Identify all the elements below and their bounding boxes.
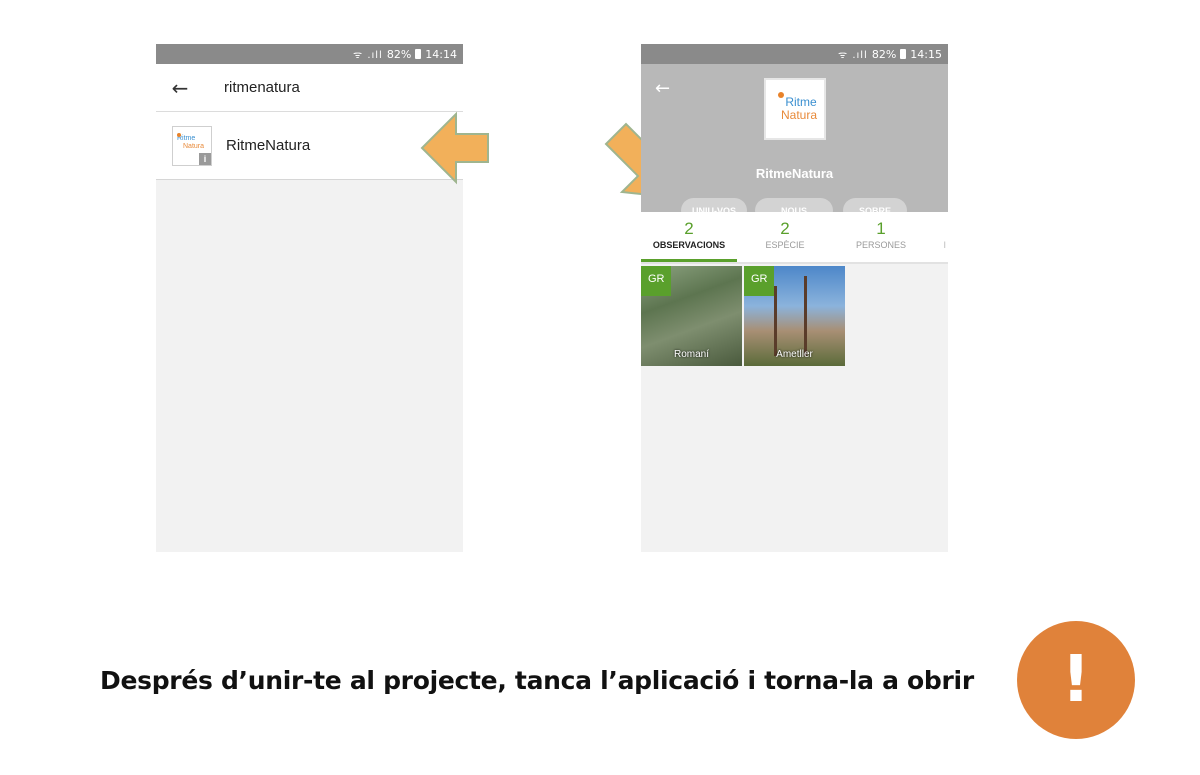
location-pin-icon: [177, 132, 181, 137]
tab-label: PERSONES: [855, 240, 906, 250]
signal-icon: ᯤ .ıll: [353, 50, 383, 61]
project-logo: Ritme Natura i: [172, 125, 212, 166]
tab-count: 1: [876, 219, 886, 238]
back-arrow-icon[interactable]: ←: [655, 78, 670, 99]
logo-text-line2: Natura: [183, 142, 205, 150]
grade-badge: GR: [744, 266, 774, 296]
logo-text-line2: Natura: [780, 108, 818, 122]
result-project-name: RitmeNatura: [226, 137, 311, 154]
status-bar: ᯤ .ıll 82% 14:15: [641, 44, 948, 64]
search-result-item[interactable]: Ritme Natura i RitmeNatura: [156, 112, 463, 180]
battery-percent: 82%: [386, 47, 412, 61]
observation-card[interactable]: GR Ametller: [744, 266, 845, 366]
tab-observations[interactable]: 2 OBSERVACIONS: [641, 212, 737, 262]
tab-label: OBSERVACIONS: [652, 240, 726, 250]
phone-project-screen: ᯤ .ıll 82% 14:15 ← Ritme Natura RitmeNat…: [641, 44, 948, 552]
slide: ᯤ .ıll 82% 14:14 ← ritmenatura Ritme Nat…: [0, 0, 1200, 775]
search-bar: ← ritmenatura: [156, 64, 463, 112]
tab-count: 2: [684, 219, 694, 238]
status-bar: ᯤ .ıll 82% 14:14: [156, 44, 463, 64]
battery-percent: 82%: [871, 47, 897, 61]
tab-overflow[interactable]: I: [943, 240, 946, 250]
tree-trunk-shape: [804, 276, 807, 356]
tab-label: ESPÈCIE: [765, 240, 805, 250]
signal-icon: ᯤ .ıll: [838, 50, 868, 61]
observation-grid: GR Romaní GR Ametller: [641, 264, 948, 366]
species-caption: Romaní: [673, 349, 709, 360]
clock: 14:14: [425, 47, 457, 61]
location-pin-icon: [778, 92, 784, 98]
project-logo: Ritme Natura: [764, 78, 826, 140]
battery-icon: [415, 49, 422, 59]
grade-badge: GR: [641, 266, 671, 296]
tab-people[interactable]: 1 PERSONES: [833, 212, 929, 262]
search-input[interactable]: ritmenatura: [224, 79, 300, 96]
tab-species[interactable]: 2 ESPÈCIE: [737, 212, 833, 262]
back-arrow-icon[interactable]: ←: [156, 76, 204, 100]
logo-text-line1: Ritme: [177, 134, 196, 142]
tab-count: 2: [780, 219, 790, 238]
project-tabs: 2 OBSERVACIONS 2 ESPÈCIE 1 PERSONES I: [641, 212, 948, 264]
species-caption: Ametller: [776, 349, 813, 360]
phone-search-screen: ᯤ .ıll 82% 14:14 ← ritmenatura Ritme Nat…: [156, 44, 463, 552]
battery-icon: [900, 49, 907, 59]
tree-trunk-shape: [774, 286, 777, 356]
project-title: RitmeNatura: [755, 166, 834, 181]
instruction-text: Després d’unir-te al projecte, tanca l’a…: [100, 666, 974, 695]
project-header: ← Ritme Natura RitmeNatura UNIU-VOS NOUS…: [641, 64, 948, 223]
observation-card[interactable]: GR Romaní: [641, 266, 742, 366]
exclamation-icon: !: [1017, 621, 1135, 739]
info-icon: i: [199, 152, 211, 165]
clock: 14:15: [910, 47, 942, 61]
arrow-left-icon: [420, 111, 489, 185]
